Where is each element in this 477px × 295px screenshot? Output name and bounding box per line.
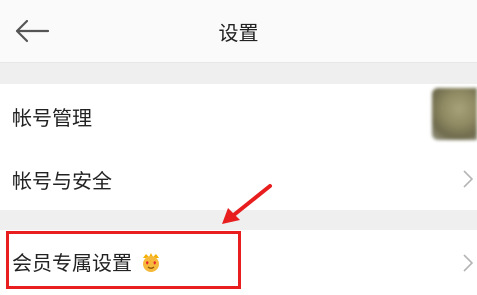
account-management-row[interactable]: 帐号管理 (0, 84, 477, 149)
row-label: 帐号管理 (12, 105, 92, 130)
annotation-arrow-icon (222, 184, 272, 224)
chevron-right-icon (459, 167, 477, 191)
row-label: 帐号与安全 (12, 168, 112, 193)
annotation-highlight-box (6, 231, 241, 289)
chevron-right-icon (459, 251, 477, 275)
top-bar: 设置 (0, 0, 477, 63)
page-title: 设置 (218, 20, 259, 45)
avatar (432, 88, 477, 140)
